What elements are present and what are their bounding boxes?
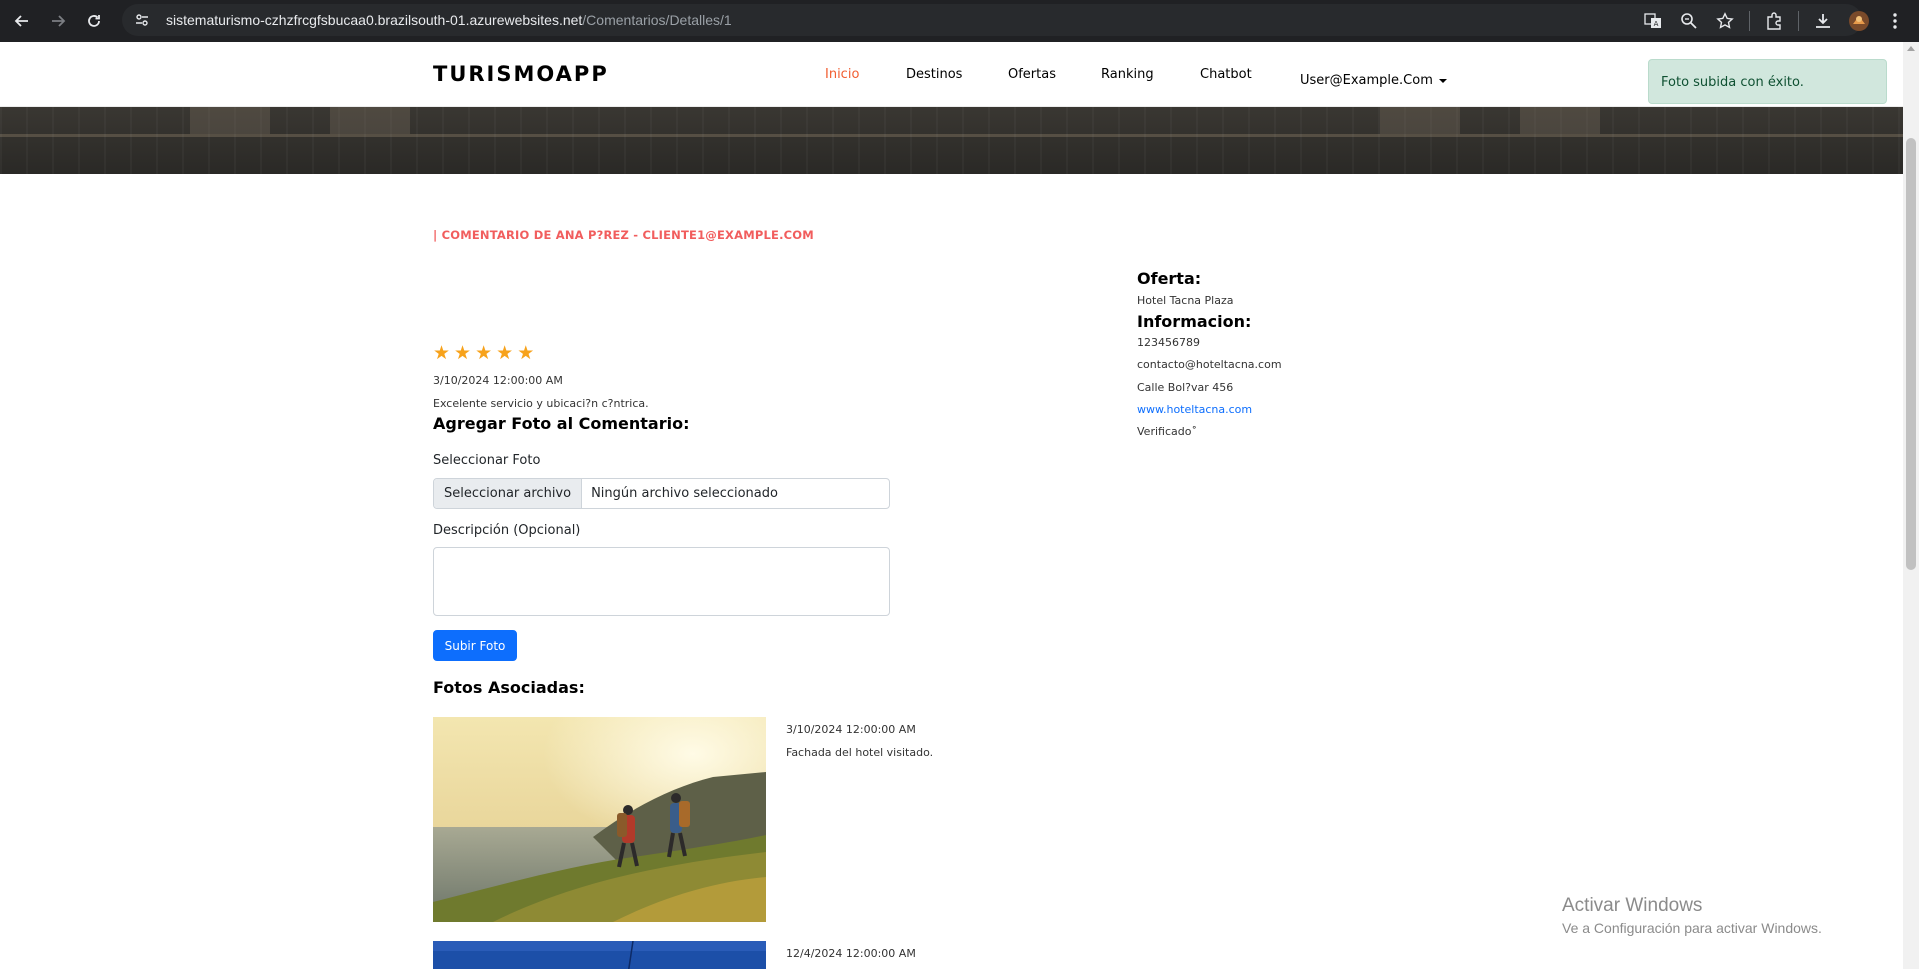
photos-heading: Fotos Asociadas: [433, 678, 585, 697]
offer-website-link[interactable]: www.hoteltacna.com [1137, 403, 1252, 416]
offer-email: contacto@hoteltacna.com [1137, 358, 1282, 371]
zoom-icon[interactable] [1673, 5, 1705, 37]
offer-phone: 123456789 [1137, 336, 1200, 349]
choose-file-button[interactable]: Seleccionar archivo [434, 479, 583, 508]
reload-icon[interactable] [76, 3, 112, 39]
star-icon: ★ [496, 343, 514, 364]
browser-toolbar: sistematurismo-czhzfrcgfsbucaa0.brazilso… [0, 0, 1919, 42]
url-path: /Comentarios/Detalles/1 [582, 12, 732, 28]
nav-link-ofertas[interactable]: Ofertas [1008, 67, 1056, 82]
comment-date: 3/10/2024 12:00:00 AM [433, 374, 563, 387]
menu-kebab-icon[interactable] [1879, 5, 1911, 37]
rating-stars: ★ ★ ★ ★ ★ [433, 342, 534, 365]
upload-photo-button[interactable]: Subir Foto [433, 630, 517, 661]
hero-window-decor [1380, 104, 1460, 134]
success-alert-message: Foto subida con éxito. [1661, 75, 1804, 90]
photo-hikers-coast[interactable] [433, 717, 766, 922]
comment-title: | COMENTARIO DE ANA P?REZ - CLIENTE1@EXA… [433, 228, 814, 242]
file-label: Seleccionar Foto [433, 453, 541, 468]
site-settings-icon[interactable] [134, 11, 152, 29]
scroll-up-arrow-icon[interactable] [1907, 46, 1915, 51]
windows-watermark-subtitle: Ve a Configuración para activar Windows. [1562, 920, 1822, 936]
windows-watermark-title: Activar Windows [1562, 895, 1703, 916]
hero-window-decor [190, 104, 270, 134]
photo-second[interactable] [433, 941, 766, 969]
svg-text:A: A [1654, 20, 1659, 28]
brand-logo[interactable]: TURISMOAPP [433, 62, 609, 86]
file-input[interactable]: Seleccionar archivo Ningún archivo selec… [433, 478, 890, 509]
main-navbar: TURISMOAPP Inicio Destinos Ofertas Ranki… [0, 42, 1903, 107]
user-email: User@Example.Com [1300, 73, 1433, 88]
info-heading: Informacion: [1137, 312, 1252, 331]
url-host: sistematurismo-czhzfrcgfsbucaa0.brazilso… [166, 12, 583, 28]
bookmark-star-icon[interactable] [1709, 5, 1741, 37]
comment-text: Excelente servicio y ubicaci?n c?ntrica. [433, 397, 649, 410]
photo-1-description: Fachada del hotel visitado. [786, 746, 934, 759]
photo-2-date: 12/4/2024 12:00:00 AM [786, 947, 916, 960]
nav-link-destinos[interactable]: Destinos [906, 67, 962, 82]
profile-avatar-icon[interactable] [1843, 5, 1875, 37]
page-scrollbar[interactable] [1903, 42, 1919, 969]
scrollbar-thumb[interactable] [1906, 138, 1916, 570]
description-textarea[interactable] [433, 547, 890, 616]
success-alert: Foto subida con éxito. [1648, 59, 1887, 104]
offer-status: Verificado˚ [1137, 425, 1197, 438]
hero-window-decor [1520, 104, 1600, 134]
photo-1-date: 3/10/2024 12:00:00 AM [786, 723, 916, 736]
toolbar-divider [1798, 11, 1799, 31]
toolbar-divider [1749, 11, 1750, 31]
hero-beam-decor [0, 134, 1903, 137]
upload-form-heading: Agregar Foto al Comentario: [433, 414, 690, 433]
star-icon: ★ [433, 343, 451, 364]
star-icon: ★ [475, 343, 493, 364]
caret-down-icon [1438, 78, 1447, 83]
back-icon[interactable] [4, 3, 40, 39]
translate-icon[interactable]: A [1637, 5, 1669, 37]
nav-link-ranking[interactable]: Ranking [1101, 67, 1154, 82]
download-icon[interactable] [1807, 5, 1839, 37]
file-status: Ningún archivo seleccionado [591, 486, 778, 501]
address-bar[interactable]: sistematurismo-czhzfrcgfsbucaa0.brazilso… [122, 4, 1862, 36]
page-viewport: TURISMOAPP Inicio Destinos Ofertas Ranki… [0, 42, 1903, 969]
hero-window-decor [330, 104, 410, 134]
offer-name: Hotel Tacna Plaza [1137, 294, 1234, 307]
extensions-icon[interactable] [1758, 5, 1790, 37]
description-label: Descripción (Opcional) [433, 523, 581, 538]
nav-link-chatbot[interactable]: Chatbot [1200, 67, 1252, 82]
star-icon: ★ [454, 343, 472, 364]
offer-heading: Oferta: [1137, 269, 1202, 288]
star-icon: ★ [517, 343, 535, 364]
user-dropdown[interactable]: User@Example.Com [1300, 73, 1447, 88]
nav-link-inicio[interactable]: Inicio [825, 67, 859, 82]
forward-icon[interactable] [40, 3, 76, 39]
offer-address: Calle Bol?var 456 [1137, 381, 1234, 394]
